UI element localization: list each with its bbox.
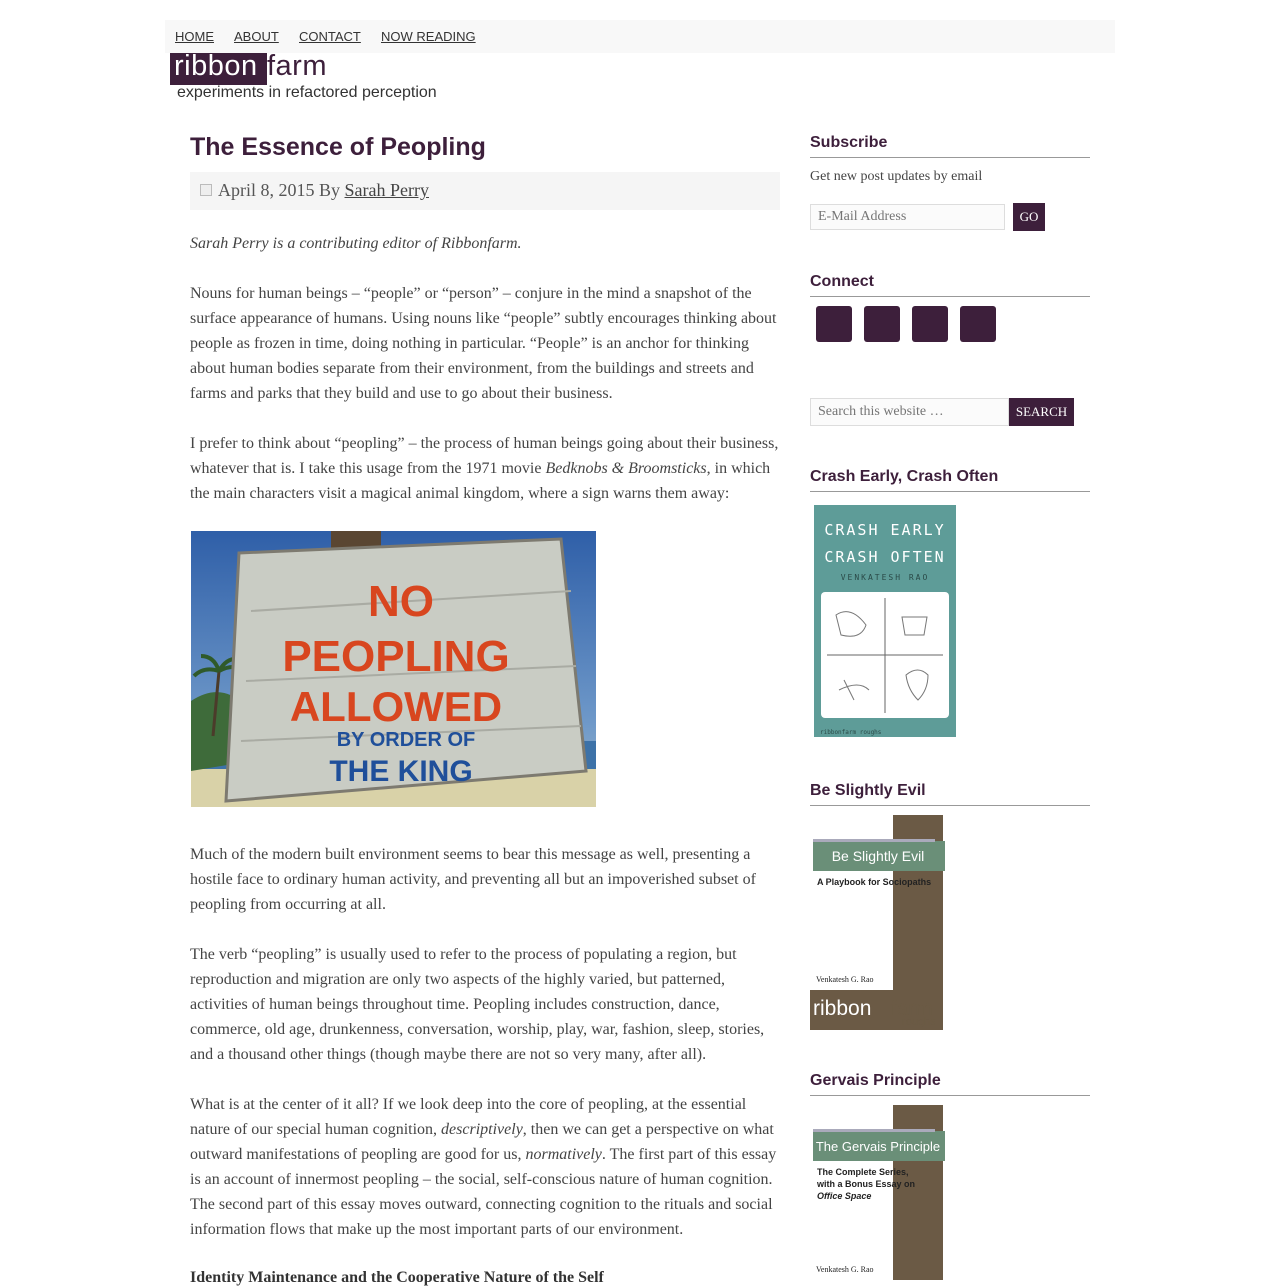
nav-now-reading-link[interactable]: NOW READING xyxy=(381,29,476,44)
social-icon-4[interactable] xyxy=(960,306,996,342)
book2-author: Venkatesh G. Rao xyxy=(816,975,874,984)
book2-brand-roughs: roughs xyxy=(902,1016,936,1028)
search-input[interactable] xyxy=(810,398,1009,426)
sign-line-1: NO xyxy=(368,577,434,626)
paragraph-2: I prefer to think about “peopling” – the… xyxy=(190,431,780,506)
p2-movie-title: Bedknobs & Broomsticks xyxy=(545,460,707,477)
no-peopling-sign-image: NO PEOPLING ALLOWED BY ORDER OF THE KING xyxy=(191,531,596,807)
intro-text: Sarah Perry is a contributing editor of … xyxy=(190,235,522,252)
paragraph-1: Nouns for human beings – “people” or “pe… xyxy=(190,285,777,402)
paragraph-5: What is at the center of it all? If we l… xyxy=(190,1092,780,1242)
crash-early-book-cover[interactable]: CRASH EARLY CRASH OFTEN VENKATESH RAO ri… xyxy=(814,505,956,742)
post-meta-text: April 8, 2015 By Sarah Perry xyxy=(218,180,429,201)
post-meta: April 8, 2015 By Sarah Perry xyxy=(190,172,780,210)
book2-subtitle: A Playbook for Sociopaths xyxy=(817,877,931,887)
book3-cover-title: The Gervais Principle xyxy=(816,1139,940,1154)
book1-title: Crash Early, Crash Often xyxy=(810,468,1090,492)
nav-contact-link[interactable]: CONTACT xyxy=(299,29,361,44)
social-icon-2[interactable] xyxy=(864,306,900,342)
sign-line-2: PEOPLING xyxy=(282,632,509,681)
book2-title: Be Slightly Evil xyxy=(810,782,1090,806)
section-heading: Identity Maintenance and the Cooperative… xyxy=(190,1269,604,1286)
book3-sub3: Office Space xyxy=(817,1191,871,1201)
logo-word-farm: farm xyxy=(267,50,327,82)
subscribe-title: Subscribe xyxy=(810,134,1090,158)
site-tagline: experiments in refactored perception xyxy=(177,84,437,101)
post-by: By xyxy=(319,180,341,200)
p5-em-normatively: normatively xyxy=(525,1146,602,1163)
post-title[interactable]: The Essence of Peopling xyxy=(190,130,780,172)
sign-line-4: BY ORDER OF xyxy=(337,729,476,751)
book1-author: VENKATESH RAO xyxy=(841,573,930,582)
social-icon-1[interactable] xyxy=(816,306,852,342)
search-button[interactable]: SEARCH xyxy=(1009,398,1074,426)
gervais-principle-book-cover[interactable]: The Gervais Principle The Complete Serie… xyxy=(810,1105,946,1285)
logo-word-ribbon: ribbon xyxy=(174,50,258,82)
social-icon-3[interactable] xyxy=(912,306,948,342)
paragraph-3: Much of the modern built environment see… xyxy=(190,846,756,913)
book1-footer: ribbonfarm roughs xyxy=(820,729,882,736)
paragraph-4: The verb “peopling” is usually used to r… xyxy=(190,946,765,1063)
book2-cover-title: Be Slightly Evil xyxy=(832,848,925,864)
email-field[interactable] xyxy=(810,204,1005,230)
subscribe-text: Get new post updates by email xyxy=(810,169,983,184)
book2-brand-ribbon: ribbon xyxy=(813,997,871,1020)
nav-about-link[interactable]: ABOUT xyxy=(234,29,279,44)
book3-sub2: with a Bonus Essay on xyxy=(816,1179,915,1189)
book3-title: Gervais Principle xyxy=(810,1072,1090,1096)
author-link[interactable]: Sarah Perry xyxy=(345,180,429,200)
post-date: April 8, 2015 xyxy=(218,180,315,200)
nav-home-link[interactable]: HOME xyxy=(175,29,214,44)
sign-line-3: ALLOWED xyxy=(290,683,502,730)
book1-line1: CRASH EARLY xyxy=(824,521,945,539)
p5-em-descriptively: descriptively xyxy=(441,1121,523,1138)
book3-author: Venkatesh G. Rao xyxy=(816,1265,874,1274)
sign-line-5: THE KING xyxy=(329,755,472,788)
book1-line2: CRASH OFTEN xyxy=(824,548,945,566)
go-button[interactable]: GO xyxy=(1013,203,1045,231)
connect-title: Connect xyxy=(810,273,1090,297)
book3-sub1: The Complete Series, xyxy=(817,1167,909,1177)
calendar-icon xyxy=(200,184,212,196)
intro-paragraph: Sarah Perry is a contributing editor of … xyxy=(190,231,780,256)
top-nav: HOME ABOUT CONTACT NOW READING xyxy=(165,20,1115,53)
be-slightly-evil-book-cover[interactable]: Be Slightly Evil A Playbook for Sociopat… xyxy=(810,815,946,1035)
article: The Essence of Peopling April 8, 2015 By… xyxy=(190,130,780,1286)
